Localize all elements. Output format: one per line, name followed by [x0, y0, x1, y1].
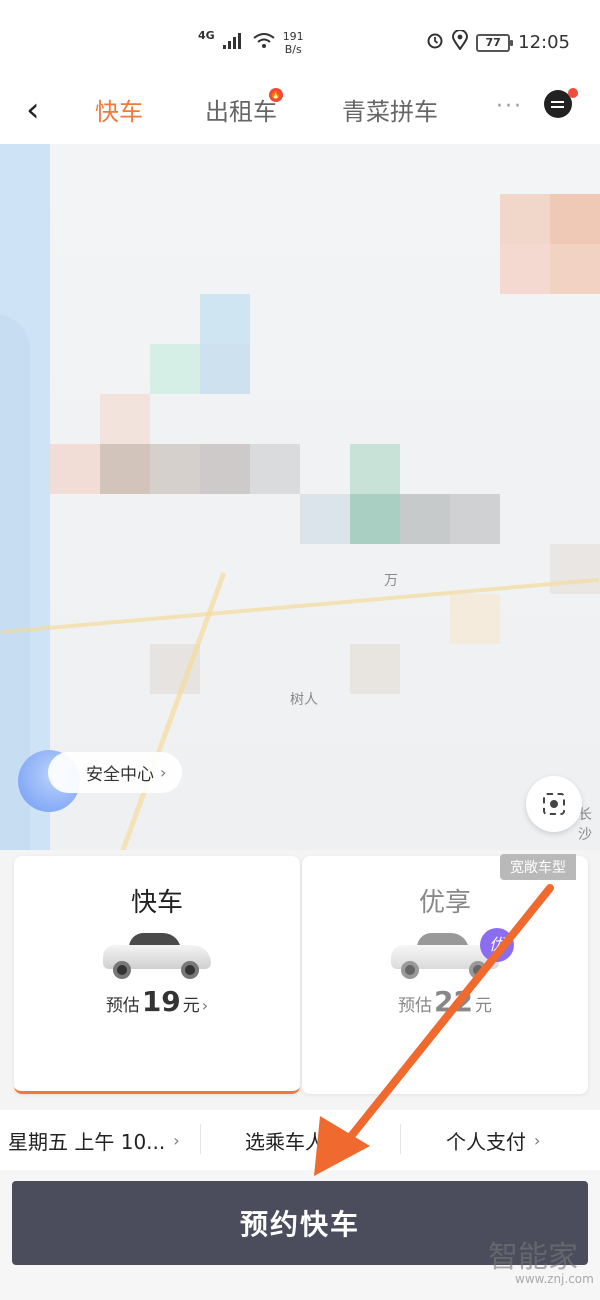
network-status: 4G 191 B/s — [198, 28, 304, 57]
departure-time: 星期五 上午 10... — [8, 1129, 166, 1154]
locate-icon — [543, 793, 565, 815]
status-right: 77 12:05 — [426, 29, 570, 55]
fire-icon: 🔥 — [269, 88, 283, 102]
watermark-brand: 智能家 — [488, 1240, 578, 1275]
ride-options: 星期五 上午 10... › 选乘车人 个人支付 › — [0, 1110, 600, 1170]
map-tile — [200, 444, 250, 494]
tab-kuaiche[interactable]: 快车 — [95, 92, 143, 127]
departure-time-selector[interactable]: 星期五 上午 10... › — [8, 1126, 180, 1155]
clock: 12:05 — [518, 32, 570, 53]
chevron-right-icon: › — [160, 762, 167, 782]
map-tile — [150, 444, 200, 494]
chevron-left-icon[interactable]: ‹ — [26, 92, 40, 128]
divider — [200, 1124, 201, 1154]
chevron-right-icon: › — [534, 1130, 541, 1150]
locate-button[interactable] — [526, 776, 582, 832]
rider-selector[interactable]: 选乘车人 — [245, 1126, 325, 1155]
location-icon — [452, 29, 469, 55]
map-tile — [500, 244, 550, 294]
safety-center-pill[interactable]: 安全中心 › — [48, 751, 183, 793]
map-tile — [550, 544, 600, 594]
premium-badge-icon: 优 — [480, 928, 514, 962]
battery-icon: 77 — [476, 33, 514, 52]
map-view[interactable]: 万 树人 长沙 — [0, 144, 600, 850]
car-icon — [97, 931, 217, 979]
safety-center-label: 安全中心 — [86, 764, 154, 785]
price-prefix: 预估 — [105, 996, 140, 1016]
car-card-kuaiche[interactable]: 快车 预估 19 元 › — [14, 856, 300, 1094]
tab-qingcai-pinche[interactable]: 青菜拼车 — [342, 92, 438, 127]
tab-chuzuche[interactable]: 出租车 🔥 — [205, 88, 283, 127]
price-unit: 元 — [474, 996, 492, 1016]
signal-icon — [222, 33, 245, 53]
map-tile — [100, 394, 150, 444]
price-value: 22 — [434, 985, 473, 1018]
map-road — [0, 577, 600, 635]
map-tile — [350, 644, 400, 694]
map-tile — [350, 444, 400, 494]
price-estimate[interactable]: 预估 19 元 › — [14, 985, 300, 1018]
chevron-right-icon: › — [201, 996, 209, 1015]
map-tile — [300, 494, 350, 544]
map-tile — [200, 344, 250, 394]
map-tile — [550, 244, 600, 294]
network-speed: 191 B/s — [283, 30, 304, 56]
map-tile — [200, 294, 250, 344]
car-card-youxiang[interactable]: 优享 优 预估 22 元 — [302, 856, 588, 1094]
map-label: 树人 — [290, 692, 318, 708]
car-name: 快车 — [130, 888, 183, 918]
notification-dot — [568, 88, 578, 98]
map-tile — [50, 444, 100, 494]
map-tile — [350, 494, 400, 544]
watermark-url: www.znj.com — [515, 1272, 594, 1286]
more-icon[interactable]: ··· — [496, 94, 523, 119]
price-estimate: 预估 22 元 — [302, 985, 588, 1018]
chevron-right-icon: › — [173, 1130, 180, 1150]
car-name: 优享 — [418, 888, 471, 918]
map-tile — [250, 444, 300, 494]
map-tile — [450, 594, 500, 644]
price-unit: 元 — [182, 996, 200, 1016]
safety-center[interactable]: 安全中心 › — [18, 750, 183, 812]
map-label: 万 — [384, 573, 398, 589]
wide-car-tag: 宽敞车型 — [500, 854, 576, 880]
network-type: 4G — [198, 28, 215, 42]
map-tile — [100, 444, 150, 494]
status-bar: 4G 191 B/s 77 12:05 — [0, 0, 600, 80]
tab-label: 出租车 — [205, 98, 277, 126]
speed-unit: B/s — [284, 43, 302, 56]
payment-selector[interactable]: 个人支付 › — [446, 1126, 540, 1155]
map-tile — [500, 194, 550, 244]
price-prefix: 预估 — [398, 996, 433, 1016]
map-tile — [550, 194, 600, 244]
divider — [400, 1124, 401, 1154]
alarm-icon — [426, 31, 444, 54]
top-nav: ‹ 快车 出租车 🔥 青菜拼车 ··· — [0, 80, 600, 144]
map-tile — [400, 494, 450, 544]
wifi-icon — [253, 33, 275, 53]
map-road — [118, 572, 227, 850]
map-tile — [450, 494, 500, 544]
speed-value: 191 — [282, 30, 304, 43]
map-tile — [150, 344, 200, 394]
price-value: 19 — [141, 985, 181, 1018]
payment-method: 个人支付 — [446, 1129, 526, 1154]
